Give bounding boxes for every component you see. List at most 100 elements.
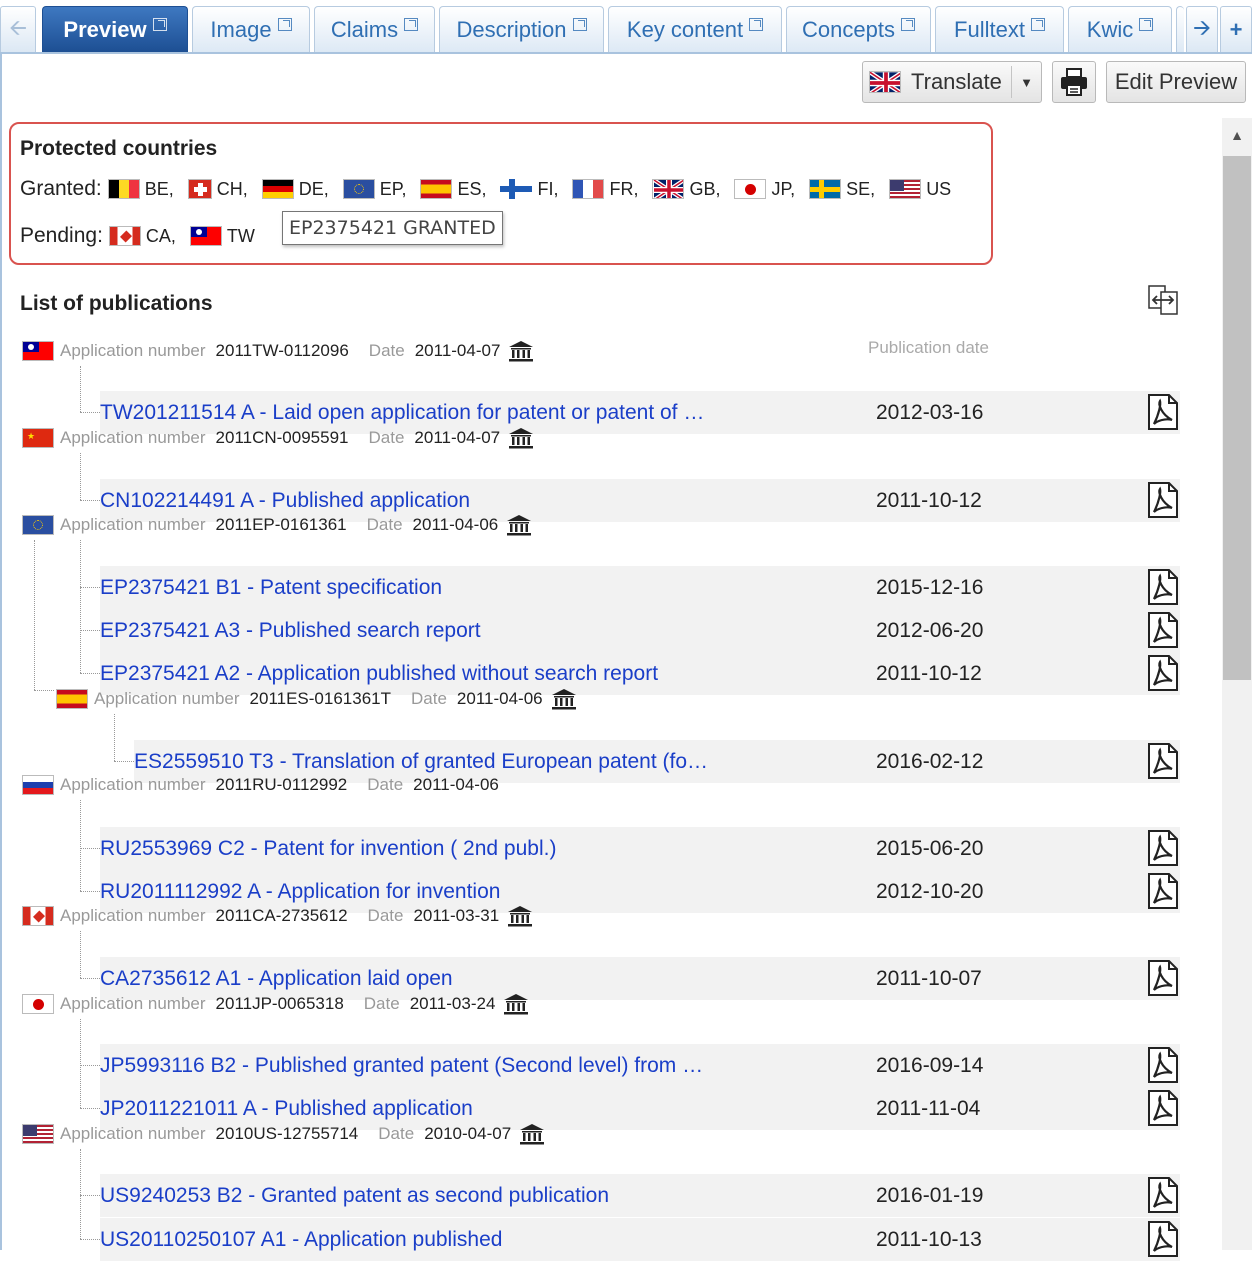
publication-link[interactable]: RU2553969 C2 - Patent for invention ( 2n…: [100, 837, 556, 861]
publication-date: 2016-01-19: [876, 1183, 984, 1207]
application-row: Application number 2011CA-2735612 Date 2011…: [22, 903, 533, 929]
publication-link[interactable]: EP2375421 A3 - Published search report: [100, 619, 481, 643]
country-es[interactable]: ES,: [420, 179, 486, 200]
country-gb[interactable]: GB,: [652, 179, 720, 200]
patent-office-icon[interactable]: [506, 514, 532, 536]
application-row: Application number 2011TW-0112096 Date 2011…: [22, 338, 534, 364]
pdf-icon[interactable]: [1145, 873, 1179, 909]
publication-link[interactable]: ES2559510 T3 - Translation of granted Eu…: [134, 750, 708, 774]
popout-icon[interactable]: [572, 18, 587, 31]
popout-icon[interactable]: [900, 18, 915, 31]
publication-row[interactable]: US9240253 B2 - Granted patent as second …: [100, 1174, 1180, 1217]
pdf-icon[interactable]: [1145, 394, 1179, 430]
popout-icon[interactable]: [1139, 18, 1154, 31]
country-fi[interactable]: FI,: [500, 179, 558, 200]
print-button[interactable]: [1052, 61, 1096, 103]
tab-concepts[interactable]: Concepts: [786, 6, 931, 52]
translate-button[interactable]: Translate ▼: [862, 61, 1042, 103]
publication-row[interactable]: RU2553969 C2 - Patent for invention ( 2n…: [100, 827, 1180, 870]
tab-label: Description: [456, 16, 567, 42]
country-ch[interactable]: CH,: [187, 178, 248, 200]
popout-icon[interactable]: [1030, 18, 1045, 31]
pdf-icon[interactable]: [1145, 612, 1179, 648]
pdf-icon[interactable]: [1145, 1221, 1179, 1257]
country-code: CH,: [216, 178, 248, 199]
scroll-tabs-right-icon[interactable]: 🡪: [1186, 6, 1218, 52]
pdf-icon[interactable]: [1145, 1090, 1179, 1126]
application-number-label: Application number: [60, 1124, 206, 1143]
publication-link[interactable]: RU2011112992 A - Application for inventi…: [100, 880, 500, 904]
panel-border: [0, 54, 2, 1250]
pdf-icon[interactable]: [1145, 1047, 1179, 1083]
tab-kwic[interactable]: Kwic: [1068, 6, 1172, 52]
publication-link[interactable]: CN102214491 A - Published application: [100, 489, 470, 513]
popout-icon[interactable]: [152, 18, 167, 31]
tree-connector: [80, 630, 100, 631]
edit-preview-button[interactable]: Edit Preview: [1106, 61, 1246, 103]
scroll-tabs-left-icon[interactable]: 🡨: [0, 6, 36, 52]
pdf-icon[interactable]: [1145, 482, 1179, 518]
country-fr[interactable]: FR,: [572, 179, 638, 200]
application-date: 2011-04-07: [414, 428, 501, 447]
publication-link[interactable]: JP5993116 B2 - Published granted patent …: [100, 1054, 703, 1078]
tree-connector: [80, 1108, 100, 1109]
cn-flag-icon: ★: [22, 428, 54, 448]
publication-link[interactable]: US9240253 B2 - Granted patent as second …: [100, 1184, 609, 1208]
add-tab-icon[interactable]: +: [1220, 6, 1252, 52]
translate-label: Translate: [911, 69, 1002, 94]
tab-preview[interactable]: Preview: [42, 6, 188, 52]
patent-office-icon[interactable]: [551, 688, 577, 710]
tab-claims[interactable]: Claims: [314, 6, 435, 52]
granted-label: Granted:: [20, 177, 102, 200]
publication-link[interactable]: EP2375421 B1 - Patent specification: [100, 576, 442, 600]
country-se[interactable]: SE,: [809, 179, 875, 200]
publication-row[interactable]: JP5993116 B2 - Published granted patent …: [100, 1044, 1180, 1087]
pdf-icon[interactable]: [1145, 830, 1179, 866]
country-us[interactable]: US: [889, 179, 951, 200]
publication-link[interactable]: EP2375421 A2 - Application published wit…: [100, 662, 658, 686]
vertical-scrollbar[interactable]: ▲: [1222, 118, 1252, 1250]
tab-description[interactable]: Description: [439, 6, 604, 52]
tab-key-content[interactable]: Key content: [608, 6, 782, 52]
patent-office-icon[interactable]: [508, 427, 534, 449]
publication-row[interactable]: US20110250107 A1 - Application published…: [100, 1218, 1180, 1261]
country-ep[interactable]: EP,: [342, 179, 406, 200]
publication-date: 2012-06-20: [876, 618, 984, 642]
tree-connector: [114, 761, 134, 762]
patent-office-icon[interactable]: [519, 1123, 545, 1145]
granted-row: Granted: BE, CH, DE, EP, ES, FI, FR, GB,…: [20, 174, 965, 204]
country-code: FI,: [537, 178, 559, 199]
date-label: Date: [367, 775, 404, 794]
compare-icon[interactable]: [1147, 284, 1179, 316]
country-de[interactable]: DE,: [261, 179, 329, 200]
tab-fulltext[interactable]: Fulltext: [935, 6, 1064, 52]
publication-link[interactable]: JP2011221011 A - Published application: [100, 1097, 473, 1121]
pdf-icon[interactable]: [1145, 960, 1179, 996]
pdf-icon[interactable]: [1145, 655, 1179, 691]
publication-link[interactable]: TW201211514 A - Laid open application fo…: [100, 401, 704, 425]
se-flag-icon: [809, 179, 842, 199]
tab-hidden-next[interactable]: [1176, 6, 1184, 52]
publication-row[interactable]: EP2375421 A3 - Published search report 20…: [100, 609, 1180, 652]
publication-link[interactable]: CA2735612 A1 - Application laid open: [100, 967, 453, 991]
publication-row[interactable]: EP2375421 B1 - Patent specification 2015-…: [100, 566, 1180, 609]
popout-icon[interactable]: [404, 18, 419, 31]
tab-image[interactable]: Image: [192, 6, 310, 52]
pdf-icon[interactable]: [1145, 743, 1179, 779]
country-ca[interactable]: CA,: [108, 226, 176, 247]
country-jp[interactable]: JP,: [734, 179, 795, 200]
patent-office-icon[interactable]: [508, 340, 534, 362]
patent-office-icon[interactable]: [507, 905, 533, 927]
popout-icon[interactable]: [749, 18, 764, 31]
patent-office-icon[interactable]: [503, 993, 529, 1015]
pdf-icon[interactable]: [1145, 569, 1179, 605]
scroll-up-icon[interactable]: ▲: [1222, 118, 1252, 152]
popout-icon[interactable]: [277, 18, 292, 31]
protected-countries-title: Protected countries: [20, 137, 218, 160]
chevron-down-icon[interactable]: ▼: [1011, 66, 1041, 98]
scrollbar-thumb[interactable]: [1223, 156, 1251, 680]
pdf-icon[interactable]: [1145, 1177, 1179, 1213]
country-be[interactable]: BE,: [107, 179, 174, 200]
country-tw[interactable]: TW: [189, 226, 255, 247]
publication-link[interactable]: US20110250107 A1 - Application published: [100, 1228, 502, 1252]
